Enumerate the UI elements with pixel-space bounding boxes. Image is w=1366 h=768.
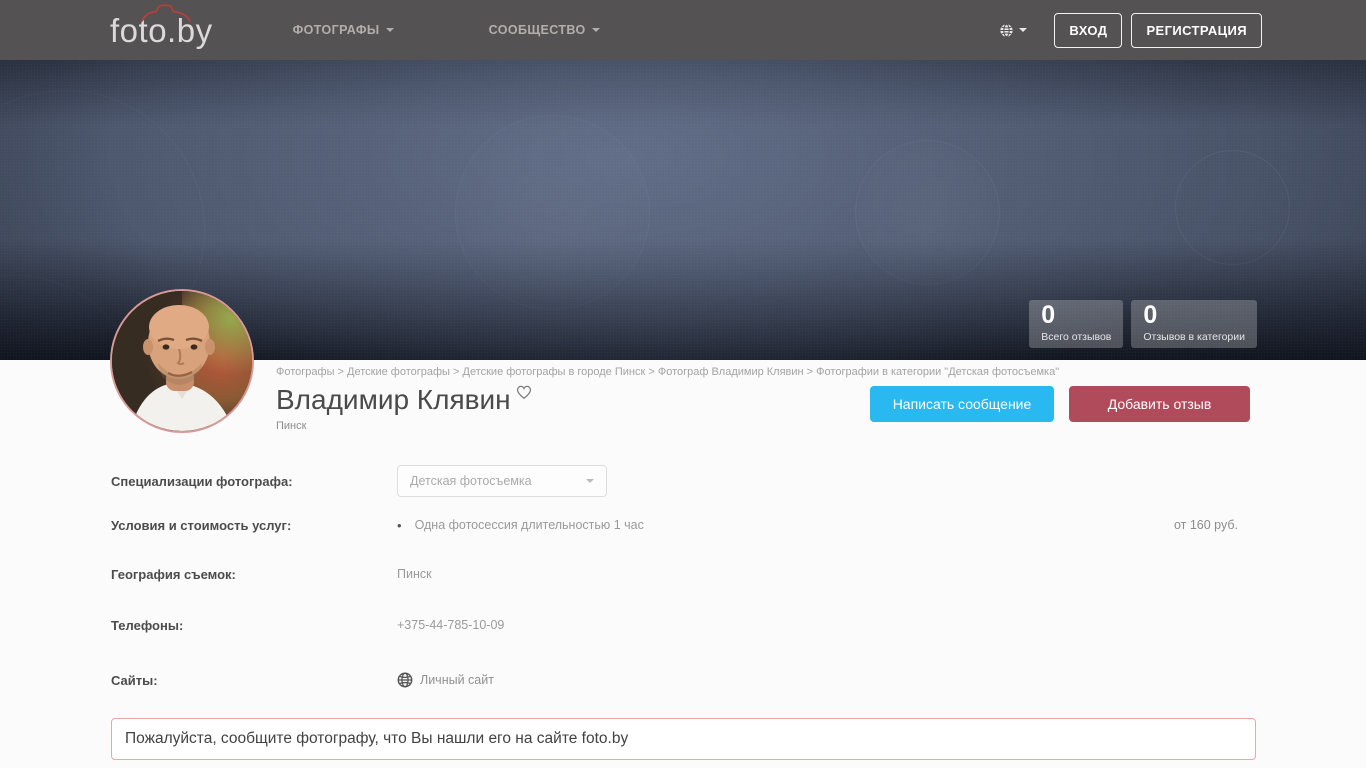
language-menu[interactable] [999,23,1028,38]
nav-item-label: СООБЩЕСТВО [488,23,586,37]
notice-banner: Пожалуйста, сообщите фотографу, что Вы н… [111,718,1256,760]
stat-total-reviews: 0 Всего отзывов [1029,300,1124,348]
row-geography: География съемок: Пинск [111,563,1256,585]
chevron-down-icon [385,28,394,32]
breadcrumb-item[interactable]: Фотограф Владимир Клявин [658,366,816,378]
nav-item-label: ФОТОГРАФЫ [292,23,380,37]
chevron-down-icon [586,479,594,483]
title-row: Владимир Клявин [276,383,533,416]
stat-label: Всего отзывов [1041,331,1112,343]
stat-value: 0 [1041,301,1056,329]
breadcrumb-item[interactable]: Детские фотографы в городе Пинск [463,366,658,378]
row-specializations: Специализации фотографа: Детская фотосъе… [111,465,1256,497]
nav-item-photographers[interactable]: ФОТОГРАФЫ [293,23,394,37]
favorite-button[interactable] [515,383,533,404]
stat-label: Отзывов в категории [1143,331,1245,343]
row-sites: Сайты: Личный сайт [111,666,1256,694]
top-navbar: foto.by ФОТОГРАФЫ СООБЩЕСТВО ВХОД РЕГИСТ… [0,0,1366,60]
site-link-label: Личный сайт [420,673,494,687]
stat-category-reviews: 0 Отзывов в категории [1131,300,1257,348]
breadcrumb-item[interactable]: Фотографы [276,366,347,378]
row-label: Телефоны: [111,617,184,633]
globe-icon [397,672,413,688]
avatar-photo [112,291,252,431]
avatar[interactable] [110,289,254,433]
pricing-amount: от 160 руб. [1173,518,1238,532]
globe-icon [1000,23,1014,37]
selected-option: Детская фотосъемка [410,474,532,488]
row-label: Специализации фотографа: [111,473,293,489]
chevron-down-icon [591,28,600,32]
breadcrumb: ФотографыДетские фотографыДетские фотогр… [276,366,1059,378]
profile-city: Пинск [276,420,307,432]
register-button[interactable]: РЕГИСТРАЦИЯ [1131,12,1262,48]
geography-value: Пинск [397,567,432,581]
breadcrumb-item[interactable]: Фотографии в категории "Детская фотосъем… [816,366,1059,378]
row-phones: Телефоны: +375-44-785-10-09 [111,614,1256,636]
chevron-down-icon [1019,28,1028,32]
personal-site-link[interactable]: Личный сайт [397,672,494,688]
stats-group: 0 Всего отзывов 0 Отзывов в категории [1029,300,1257,348]
row-label: География съемок: [111,566,236,582]
camera-outline-icon [141,3,191,22]
row-label: Сайты: [111,672,158,688]
nav-item-community[interactable]: СООБЩЕСТВО [489,23,600,37]
send-message-button[interactable]: Написать сообщение [870,386,1054,422]
pricing-item: Одна фотосессия длительностью 1 час [397,518,644,533]
stat-value: 0 [1143,301,1158,329]
page: foto.by ФОТОГРАФЫ СООБЩЕСТВО ВХОД РЕГИСТ… [0,0,1366,768]
row-label: Условия и стоимость услуг: [111,517,292,533]
brand-logo[interactable]: foto.by [110,3,213,47]
specialization-select[interactable]: Детская фотосъемка [397,465,607,497]
login-button[interactable]: ВХОД [1054,12,1123,48]
breadcrumb-item[interactable]: Детские фотографы [347,366,462,378]
phone-value: +375-44-785-10-09 [397,618,505,632]
page-title: Владимир Клявин [276,384,511,415]
heart-icon [516,385,531,400]
notice-text: Пожалуйста, сообщите фотографу, что Вы н… [125,730,629,747]
row-pricing: Условия и стоимость услуг: Одна фотосесс… [111,514,1256,536]
add-review-button[interactable]: Добавить отзыв [1069,386,1250,422]
navbar-right: ВХОД РЕГИСТРАЦИЯ [999,12,1262,48]
